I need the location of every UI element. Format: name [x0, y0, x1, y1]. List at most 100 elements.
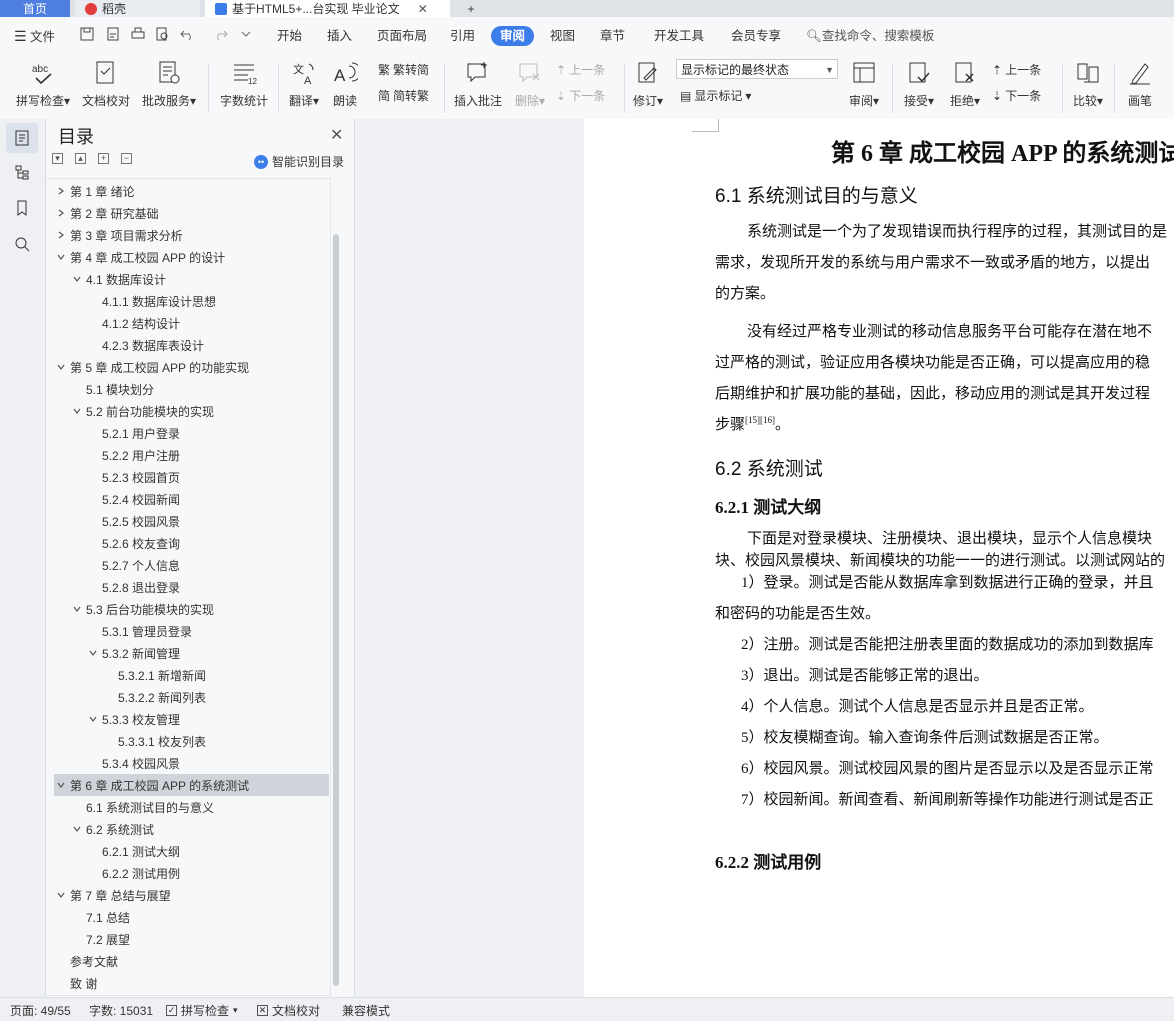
toc-toggle[interactable] — [54, 206, 68, 220]
tab-daoke[interactable]: 稻壳 — [75, 0, 200, 17]
toc-item[interactable]: 5.2.6 校友查询 — [54, 532, 329, 554]
customize-toolbar-chevron-icon[interactable] — [241, 27, 251, 41]
translate-button[interactable]: 文A 翻译▾ — [286, 59, 322, 109]
toc-item[interactable]: 7.1 总结 — [54, 906, 329, 928]
menu-item-page-layout[interactable]: 页面布局 — [377, 26, 427, 46]
prev-change-button[interactable]: ⇡ 上一条 — [992, 61, 1041, 78]
toc-toggle[interactable] — [54, 184, 68, 198]
toc-toggle[interactable] — [86, 646, 100, 660]
menu-item-review[interactable]: 审阅 — [491, 26, 535, 46]
toc-toggle[interactable] — [54, 228, 68, 242]
toc-item[interactable]: 5.3.4 校园风景 — [54, 752, 329, 774]
toc-toggle[interactable] — [54, 250, 68, 264]
toc-item[interactable]: 第 2 章 研究基础 — [54, 202, 329, 224]
chapter-nav-button[interactable] — [6, 157, 38, 187]
toc-item[interactable]: 第 1 章 绪论 — [54, 180, 329, 202]
toc-item[interactable]: 5.2.1 用户登录 — [54, 422, 329, 444]
spellcheck-button[interactable]: abc 拼写检查▾ — [12, 59, 74, 109]
menu-item-dev-tools[interactable]: 开发工具 — [654, 26, 704, 46]
show-markup-button[interactable]: ▤ 显示标记 ▾ — [680, 87, 751, 104]
print-preview-icon[interactable] — [155, 27, 169, 41]
toc-item[interactable]: 5.3.2.1 新增新闻 — [54, 664, 329, 686]
toc-item[interactable]: 4.2.3 数据库表设计 — [54, 334, 329, 356]
toc-item[interactable]: 5.3.2 新闻管理 — [54, 642, 329, 664]
find-button[interactable] — [6, 229, 38, 259]
toc-item[interactable]: 5.2.8 退出登录 — [54, 576, 329, 598]
toc-item[interactable]: 6.2 系统测试 — [54, 818, 329, 840]
collapse-all-icon[interactable]: ▴ — [75, 153, 86, 164]
new-tab-button[interactable]: + — [458, 0, 484, 17]
toc-toggle[interactable] — [54, 888, 68, 902]
export-pdf-icon[interactable] — [106, 27, 120, 41]
doc-proof-button[interactable]: 文档校对 — [80, 59, 132, 109]
toc-item[interactable]: 第 7 章 总结与展望 — [54, 884, 329, 906]
toc-toggle[interactable] — [54, 360, 68, 374]
menu-item-insert[interactable]: 插入 — [327, 26, 352, 46]
save-icon[interactable] — [80, 27, 94, 41]
word-count-indicator[interactable]: 字数: 15031 — [89, 1002, 153, 1019]
undo-icon[interactable] — [180, 27, 194, 41]
review-pane-button[interactable]: 审阅▾ — [846, 59, 882, 109]
toc-item[interactable]: 5.3.1 管理员登录 — [54, 620, 329, 642]
reject-button[interactable]: 拒绝▾ — [946, 59, 984, 109]
markup-state-select[interactable]: 显示标记的最终状态 ▼ — [676, 59, 838, 79]
tab-document[interactable]: 基于HTML5+...台实现 毕业论文 ✕ — [205, 0, 450, 17]
add-heading-icon[interactable]: + — [98, 153, 109, 164]
track-changes-button[interactable]: 修订▾ — [630, 59, 666, 109]
toc-item[interactable]: 7.2 展望 — [54, 928, 329, 950]
toc-panel-button[interactable] — [6, 123, 38, 153]
toc-toggle[interactable] — [70, 404, 84, 418]
toc-item[interactable]: 5.3.2.2 新闻列表 — [54, 686, 329, 708]
read-aloud-button[interactable]: A 朗读 — [330, 59, 360, 109]
menu-item-chapter[interactable]: 章节 — [600, 26, 625, 46]
accept-button[interactable]: 接受▾ — [900, 59, 938, 109]
toc-item[interactable]: 4.1.1 数据库设计思想 — [54, 290, 329, 312]
document-page[interactable]: 第 6 章 成工校园 APP 的系统测试 6.1 系统测试目的与意义 系统测试是… — [584, 119, 1174, 997]
toc-item[interactable]: 6.1 系统测试目的与意义 — [54, 796, 329, 818]
toc-item[interactable]: 5.2.7 个人信息 — [54, 554, 329, 576]
insert-comment-button[interactable]: 插入批注 — [452, 59, 504, 109]
toc-item[interactable]: 5.2.5 校园风景 — [54, 510, 329, 532]
trad-to-simp-button[interactable]: 繁繁转简 — [378, 61, 429, 78]
expand-all-icon[interactable]: ▾ — [52, 153, 63, 164]
tab-home[interactable]: 首页 — [0, 0, 70, 17]
smart-toc-button[interactable]: •• 智能识别目录 — [254, 153, 344, 170]
close-icon[interactable]: ✕ — [330, 125, 343, 145]
toc-item[interactable]: 致 谢 — [54, 972, 329, 994]
toc-toggle[interactable] — [70, 272, 84, 286]
command-search[interactable]: 🔍︎查找命令、搜索模板 — [806, 26, 934, 46]
toc-item[interactable]: 5.3.3 校友管理 — [54, 708, 329, 730]
toc-item[interactable]: 5.3.3.1 校友列表 — [54, 730, 329, 752]
toc-item[interactable]: 5.2.2 用户注册 — [54, 444, 329, 466]
page-indicator[interactable]: 页面: 49/55 — [10, 1002, 71, 1019]
delete-comment-button[interactable]: 删除▾ — [510, 59, 550, 109]
tab-close-icon[interactable]: ✕ — [418, 2, 428, 16]
toc-toggle[interactable] — [86, 712, 100, 726]
next-comment-button[interactable]: ⇣ 下一条 — [556, 87, 605, 104]
file-menu[interactable]: ☰ 文件 — [14, 26, 55, 46]
toc-item[interactable]: 5.1 模块划分 — [54, 378, 329, 400]
toc-item[interactable]: 5.2.3 校园首页 — [54, 466, 329, 488]
status-spellcheck[interactable]: ✓ 拼写检查 ▾ — [166, 1002, 238, 1019]
toc-item[interactable]: 第 5 章 成工校园 APP 的功能实现 — [54, 356, 329, 378]
toc-item[interactable]: 5.2.4 校园新闻 — [54, 488, 329, 510]
toc-item[interactable]: 第 3 章 项目需求分析 — [54, 224, 329, 246]
toc-item[interactable]: 6.2.1 测试大纲 — [54, 840, 329, 862]
compare-button[interactable]: 比较▾ — [1068, 59, 1108, 109]
toc-item[interactable]: 6.2.2 测试用例 — [54, 862, 329, 884]
menu-item-reference[interactable]: 引用 — [450, 26, 475, 46]
toc-item[interactable]: 4.1 数据库设计 — [54, 268, 329, 290]
toc-scrollbar[interactable] — [333, 234, 339, 986]
bookmark-button[interactable] — [6, 193, 38, 223]
toc-toggle[interactable] — [70, 822, 84, 836]
toc-item[interactable]: 第 4 章 成工校园 APP 的设计 — [54, 246, 329, 268]
ink-button[interactable]: 画笔 — [1122, 59, 1158, 109]
toc-item[interactable]: 参考文献 — [54, 950, 329, 972]
redo-icon[interactable] — [214, 27, 228, 41]
toc-item[interactable]: 5.2 前台功能模块的实现 — [54, 400, 329, 422]
status-doc-proof[interactable]: ✕ 文档校对 — [257, 1002, 320, 1019]
toc-toggle[interactable] — [54, 778, 68, 792]
prev-comment-button[interactable]: ⇡ 上一条 — [556, 61, 605, 78]
print-icon[interactable] — [131, 27, 145, 41]
toc-item[interactable]: 4.1.2 结构设计 — [54, 312, 329, 334]
